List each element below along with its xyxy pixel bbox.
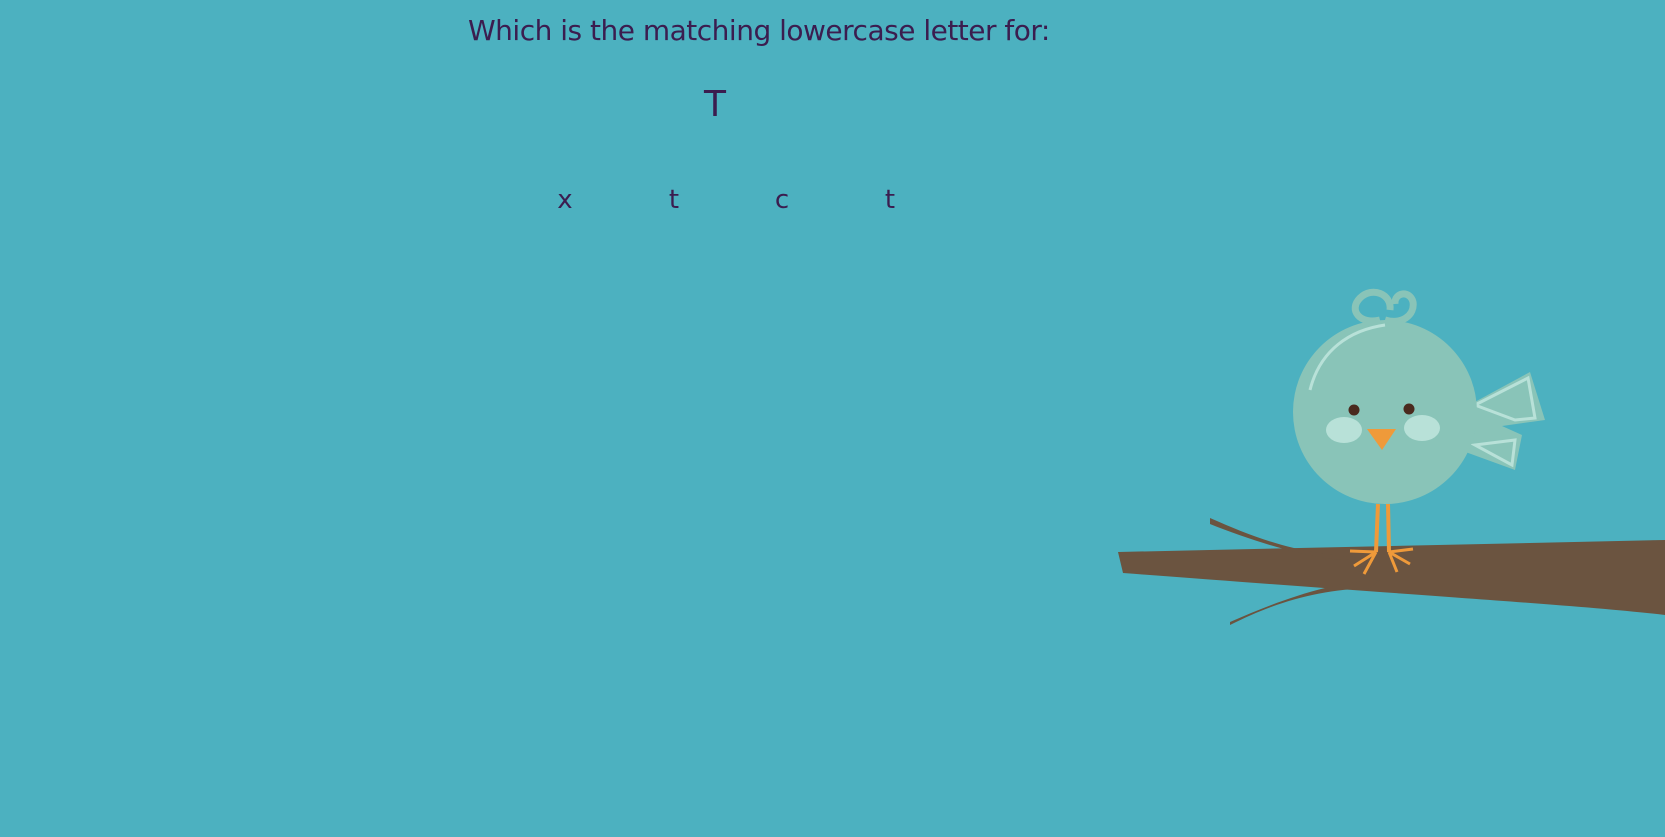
- target-uppercase-letter: T: [704, 84, 726, 125]
- choice-1[interactable]: x: [545, 185, 585, 215]
- choice-4[interactable]: t: [870, 185, 910, 215]
- bird-icon: [1293, 288, 1545, 575]
- answer-choices: x t c t: [540, 185, 900, 225]
- branch-icon: [1118, 518, 1665, 625]
- choice-2[interactable]: t: [654, 185, 694, 215]
- choice-3[interactable]: c: [762, 185, 802, 215]
- bird-on-branch-illustration: [1110, 270, 1665, 630]
- question-prompt: Which is the matching lowercase letter f…: [468, 14, 1050, 47]
